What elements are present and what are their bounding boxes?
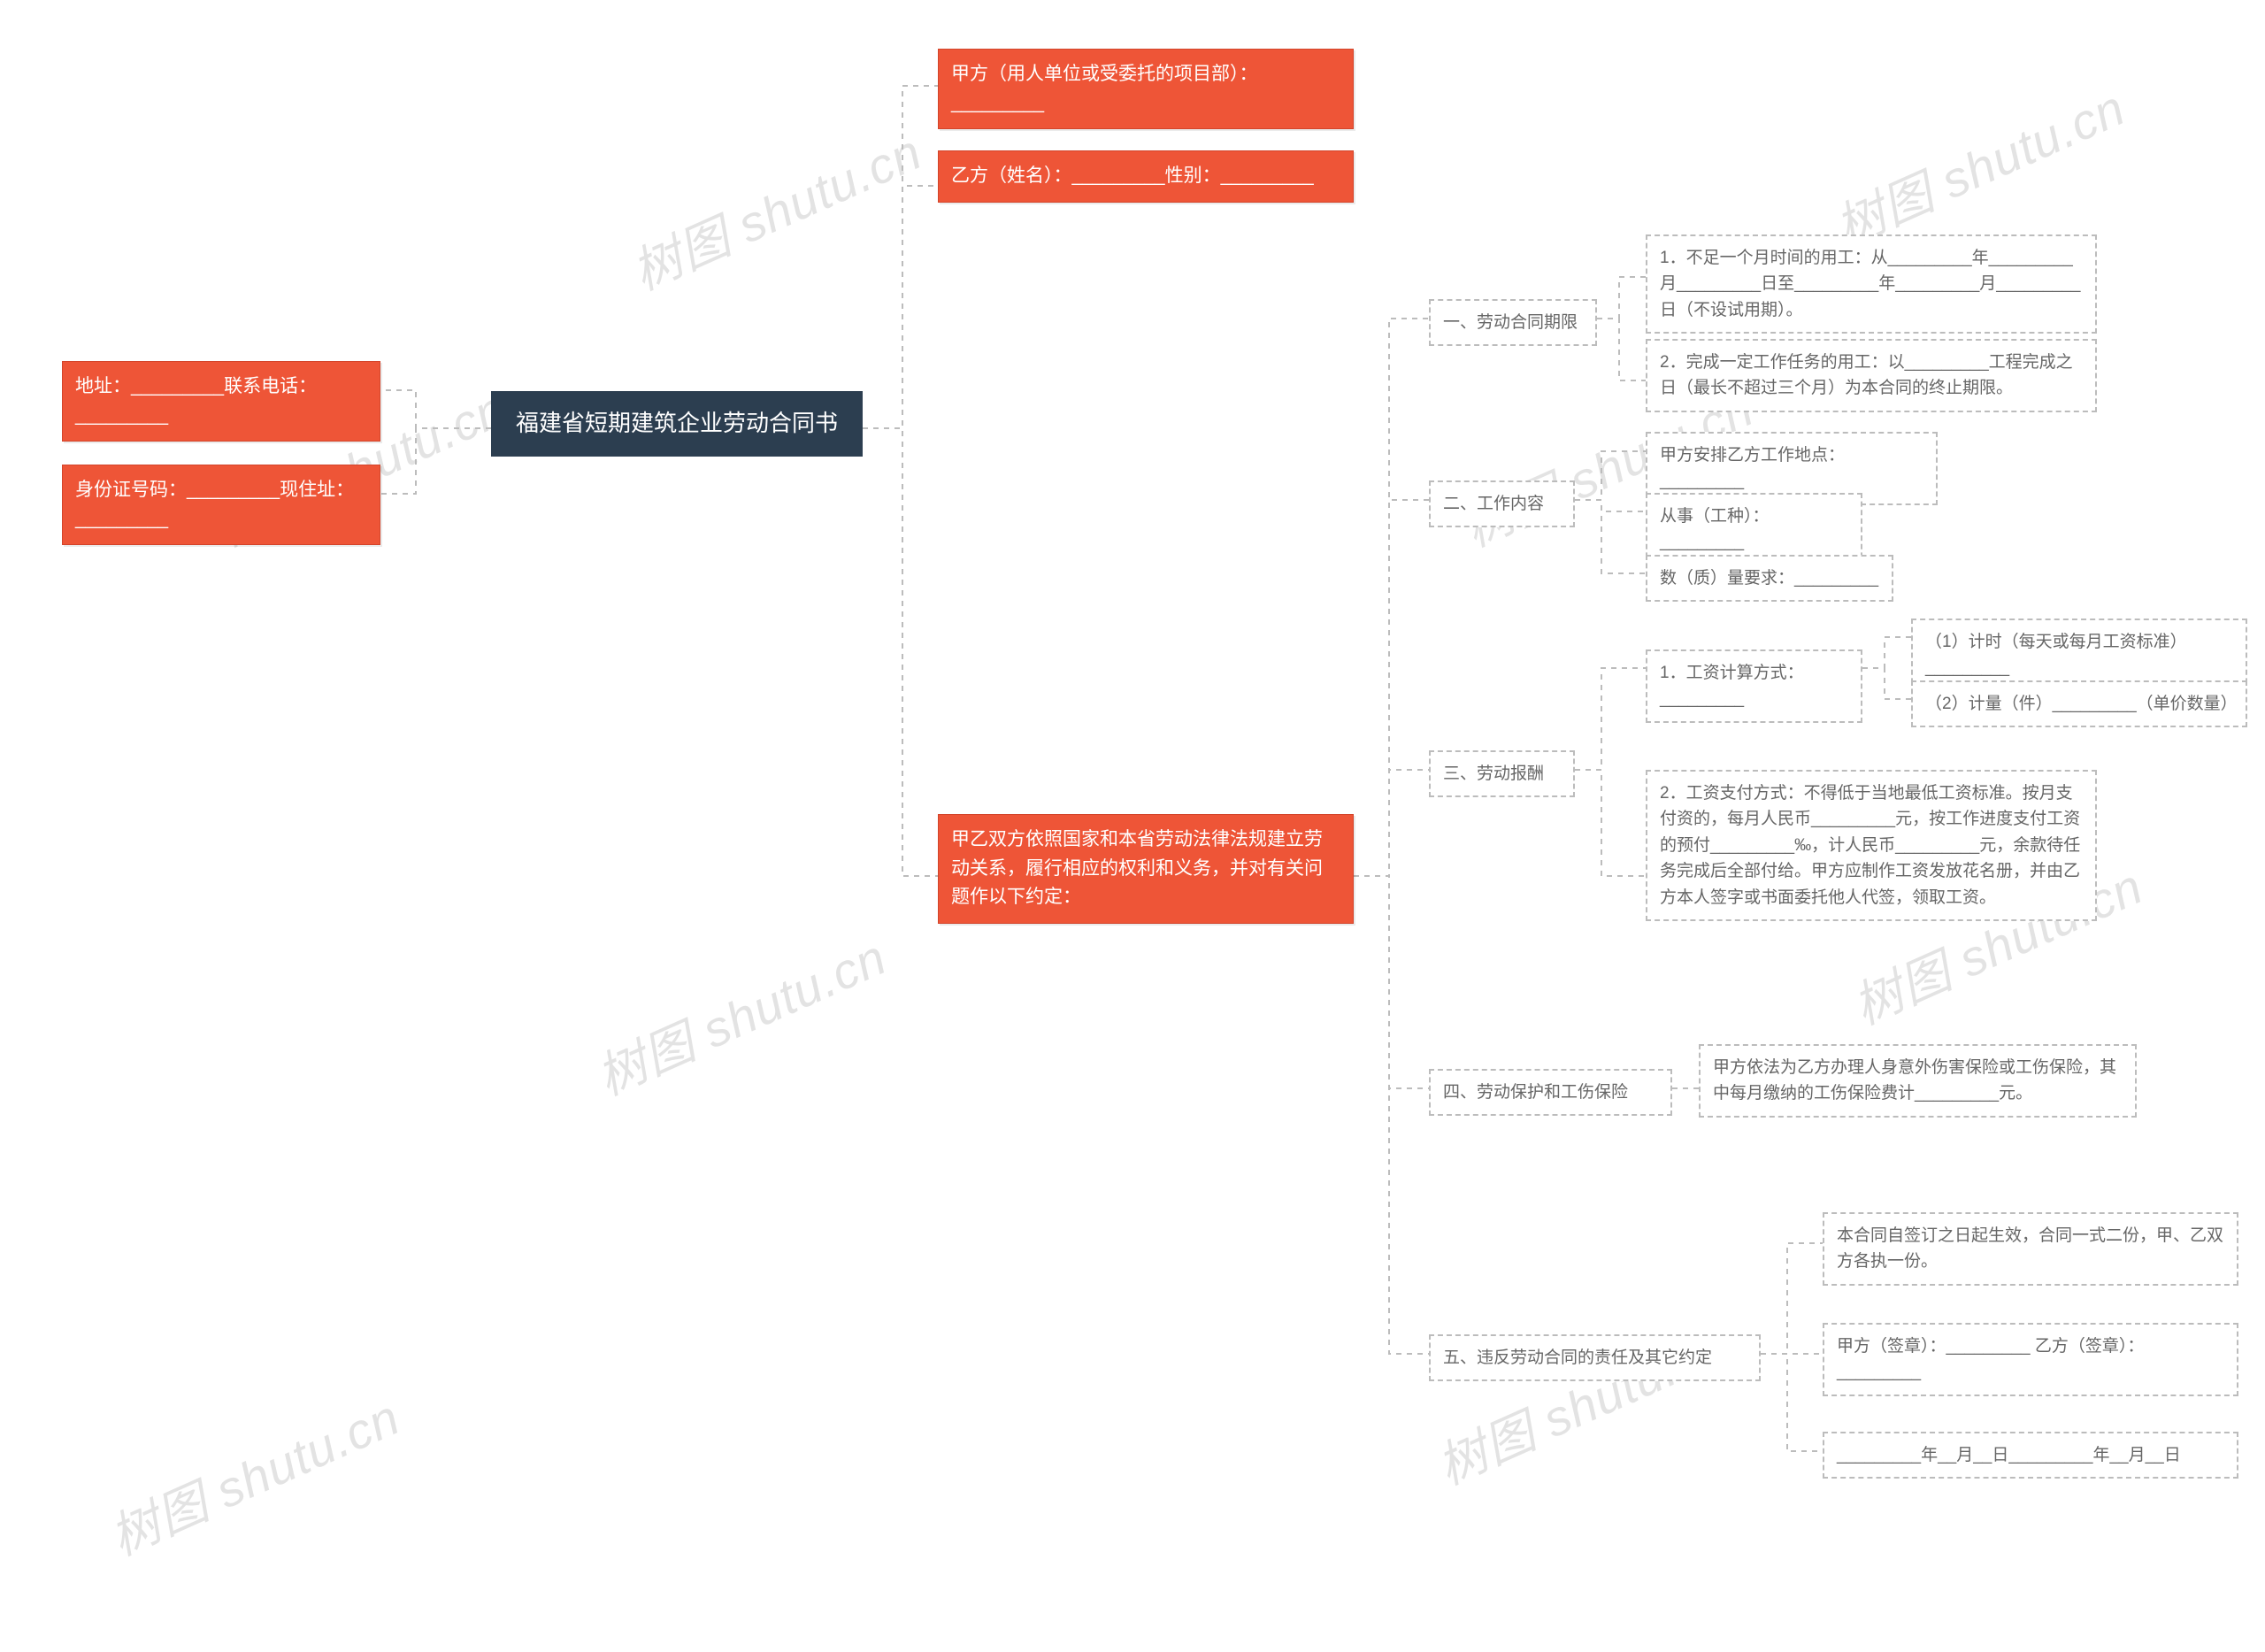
watermark: 树图 shutu.cn [1823, 69, 2135, 260]
section-4-child-1: 甲方依法为乙方办理人身意外伤害保险或工伤保险，其中每月缴纳的工伤保险费计____… [1699, 1044, 2137, 1118]
section-5-label: 五、违反劳动合同的责任及其它约定 [1443, 1348, 1712, 1367]
agreement-intro-text: 甲乙双方依照国家和本省劳动法律法规建立劳动关系，履行相应的权利和义务，并对有关问… [951, 829, 1323, 907]
watermark: 树图 shutu.cn [584, 918, 896, 1110]
section-3-child-1-2: （2）计量（件）_________（单价数量） [1911, 680, 2247, 727]
section-3-child-1-2-text: （2）计量（件）_________（单价数量） [1925, 695, 2238, 713]
party-b-text: 乙方（姓名）：_________性别：_________ [951, 165, 1314, 186]
left-idcard: 身份证号码：_________现住址：_________ [62, 465, 380, 545]
section-5-child-1: 本合同自签订之日起生效，合同一式二份，甲、乙双方各执一份。 [1823, 1212, 2238, 1286]
section-1-label: 一、劳动合同期限 [1443, 313, 1578, 332]
section-3-label: 三、劳动报酬 [1443, 765, 1544, 783]
section-5-child-1-text: 本合同自签订之日起生效，合同一式二份，甲、乙双方各执一份。 [1837, 1226, 2223, 1271]
section-5-child-2-text: 甲方（签章）：_________ 乙方（签章）：_________ [1837, 1337, 2144, 1381]
section-1-child-1: 1．不足一个月时间的用工：从_________年_________月______… [1646, 234, 2097, 334]
section-4: 四、劳动保护和工伤保险 [1429, 1069, 1672, 1116]
section-5: 五、违反劳动合同的责任及其它约定 [1429, 1334, 1761, 1381]
left-idcard-text: 身份证号码：_________现住址：_________ [75, 480, 354, 529]
agreement-intro: 甲乙双方依照国家和本省劳动法律法规建立劳动关系，履行相应的权利和义务，并对有关问… [938, 814, 1354, 924]
section-2-label: 二、工作内容 [1443, 495, 1544, 513]
section-4-label: 四、劳动保护和工伤保险 [1443, 1083, 1628, 1102]
section-2-child-3-text: 数（质）量要求：_________ [1660, 569, 1878, 588]
center-topic: 福建省短期建筑企业劳动合同书 [491, 391, 863, 457]
section-2: 二、工作内容 [1429, 480, 1575, 527]
section-1-child-2-text: 2．完成一定工作任务的用工：以_________工程完成之日（最长不超过三个月）… [1660, 353, 2073, 397]
party-a: 甲方（用人单位或受委托的项目部）：_________ [938, 49, 1354, 129]
section-2-child-1-text: 甲方安排乙方工作地点：_________ [1660, 446, 1845, 490]
party-a-text: 甲方（用人单位或受委托的项目部）：_________ [951, 64, 1258, 113]
left-address: 地址：_________联系电话：_________ [62, 361, 380, 442]
section-5-child-3-text: _________年__月__日_________年__月__日 [1837, 1446, 2181, 1464]
section-3-child-2-text: 2．工资支付方式：不得低于当地最低工资标准。按月支付资的，每月人民币______… [1660, 784, 2080, 907]
section-3-child-1: 1．工资计算方式：_________ [1646, 649, 1862, 723]
watermark: 树图 shutu.cn [97, 1379, 410, 1570]
section-3-child-2: 2．工资支付方式：不得低于当地最低工资标准。按月支付资的，每月人民币______… [1646, 770, 2097, 921]
section-5-child-2: 甲方（签章）：_________ 乙方（签章）：_________ [1823, 1323, 2238, 1396]
left-address-text: 地址：_________联系电话：_________ [75, 376, 317, 426]
section-1: 一、劳动合同期限 [1429, 299, 1597, 346]
section-1-child-2: 2．完成一定工作任务的用工：以_________工程完成之日（最长不超过三个月）… [1646, 339, 2097, 412]
section-2-child-2-text: 从事（工种）：_________ [1660, 507, 1770, 551]
watermark: 树图 shutu.cn [619, 113, 932, 304]
section-1-child-1-text: 1．不足一个月时间的用工：从_________年_________月______… [1660, 249, 2080, 319]
party-b: 乙方（姓名）：_________性别：_________ [938, 150, 1354, 203]
section-3-child-1-1-text: （1）计时（每天或每月工资标准）_________ [1925, 633, 2187, 677]
section-5-child-3: _________年__月__日_________年__月__日 [1823, 1432, 2238, 1479]
section-3: 三、劳动报酬 [1429, 750, 1575, 797]
section-3-child-1-text: 1．工资计算方式：_________ [1660, 664, 1804, 708]
section-4-child-1-text: 甲方依法为乙方办理人身意外伤害保险或工伤保险，其中每月缴纳的工伤保险费计____… [1713, 1058, 2116, 1103]
section-2-child-3: 数（质）量要求：_________ [1646, 555, 1893, 602]
center-title: 福建省短期建筑企业劳动合同书 [516, 410, 838, 436]
